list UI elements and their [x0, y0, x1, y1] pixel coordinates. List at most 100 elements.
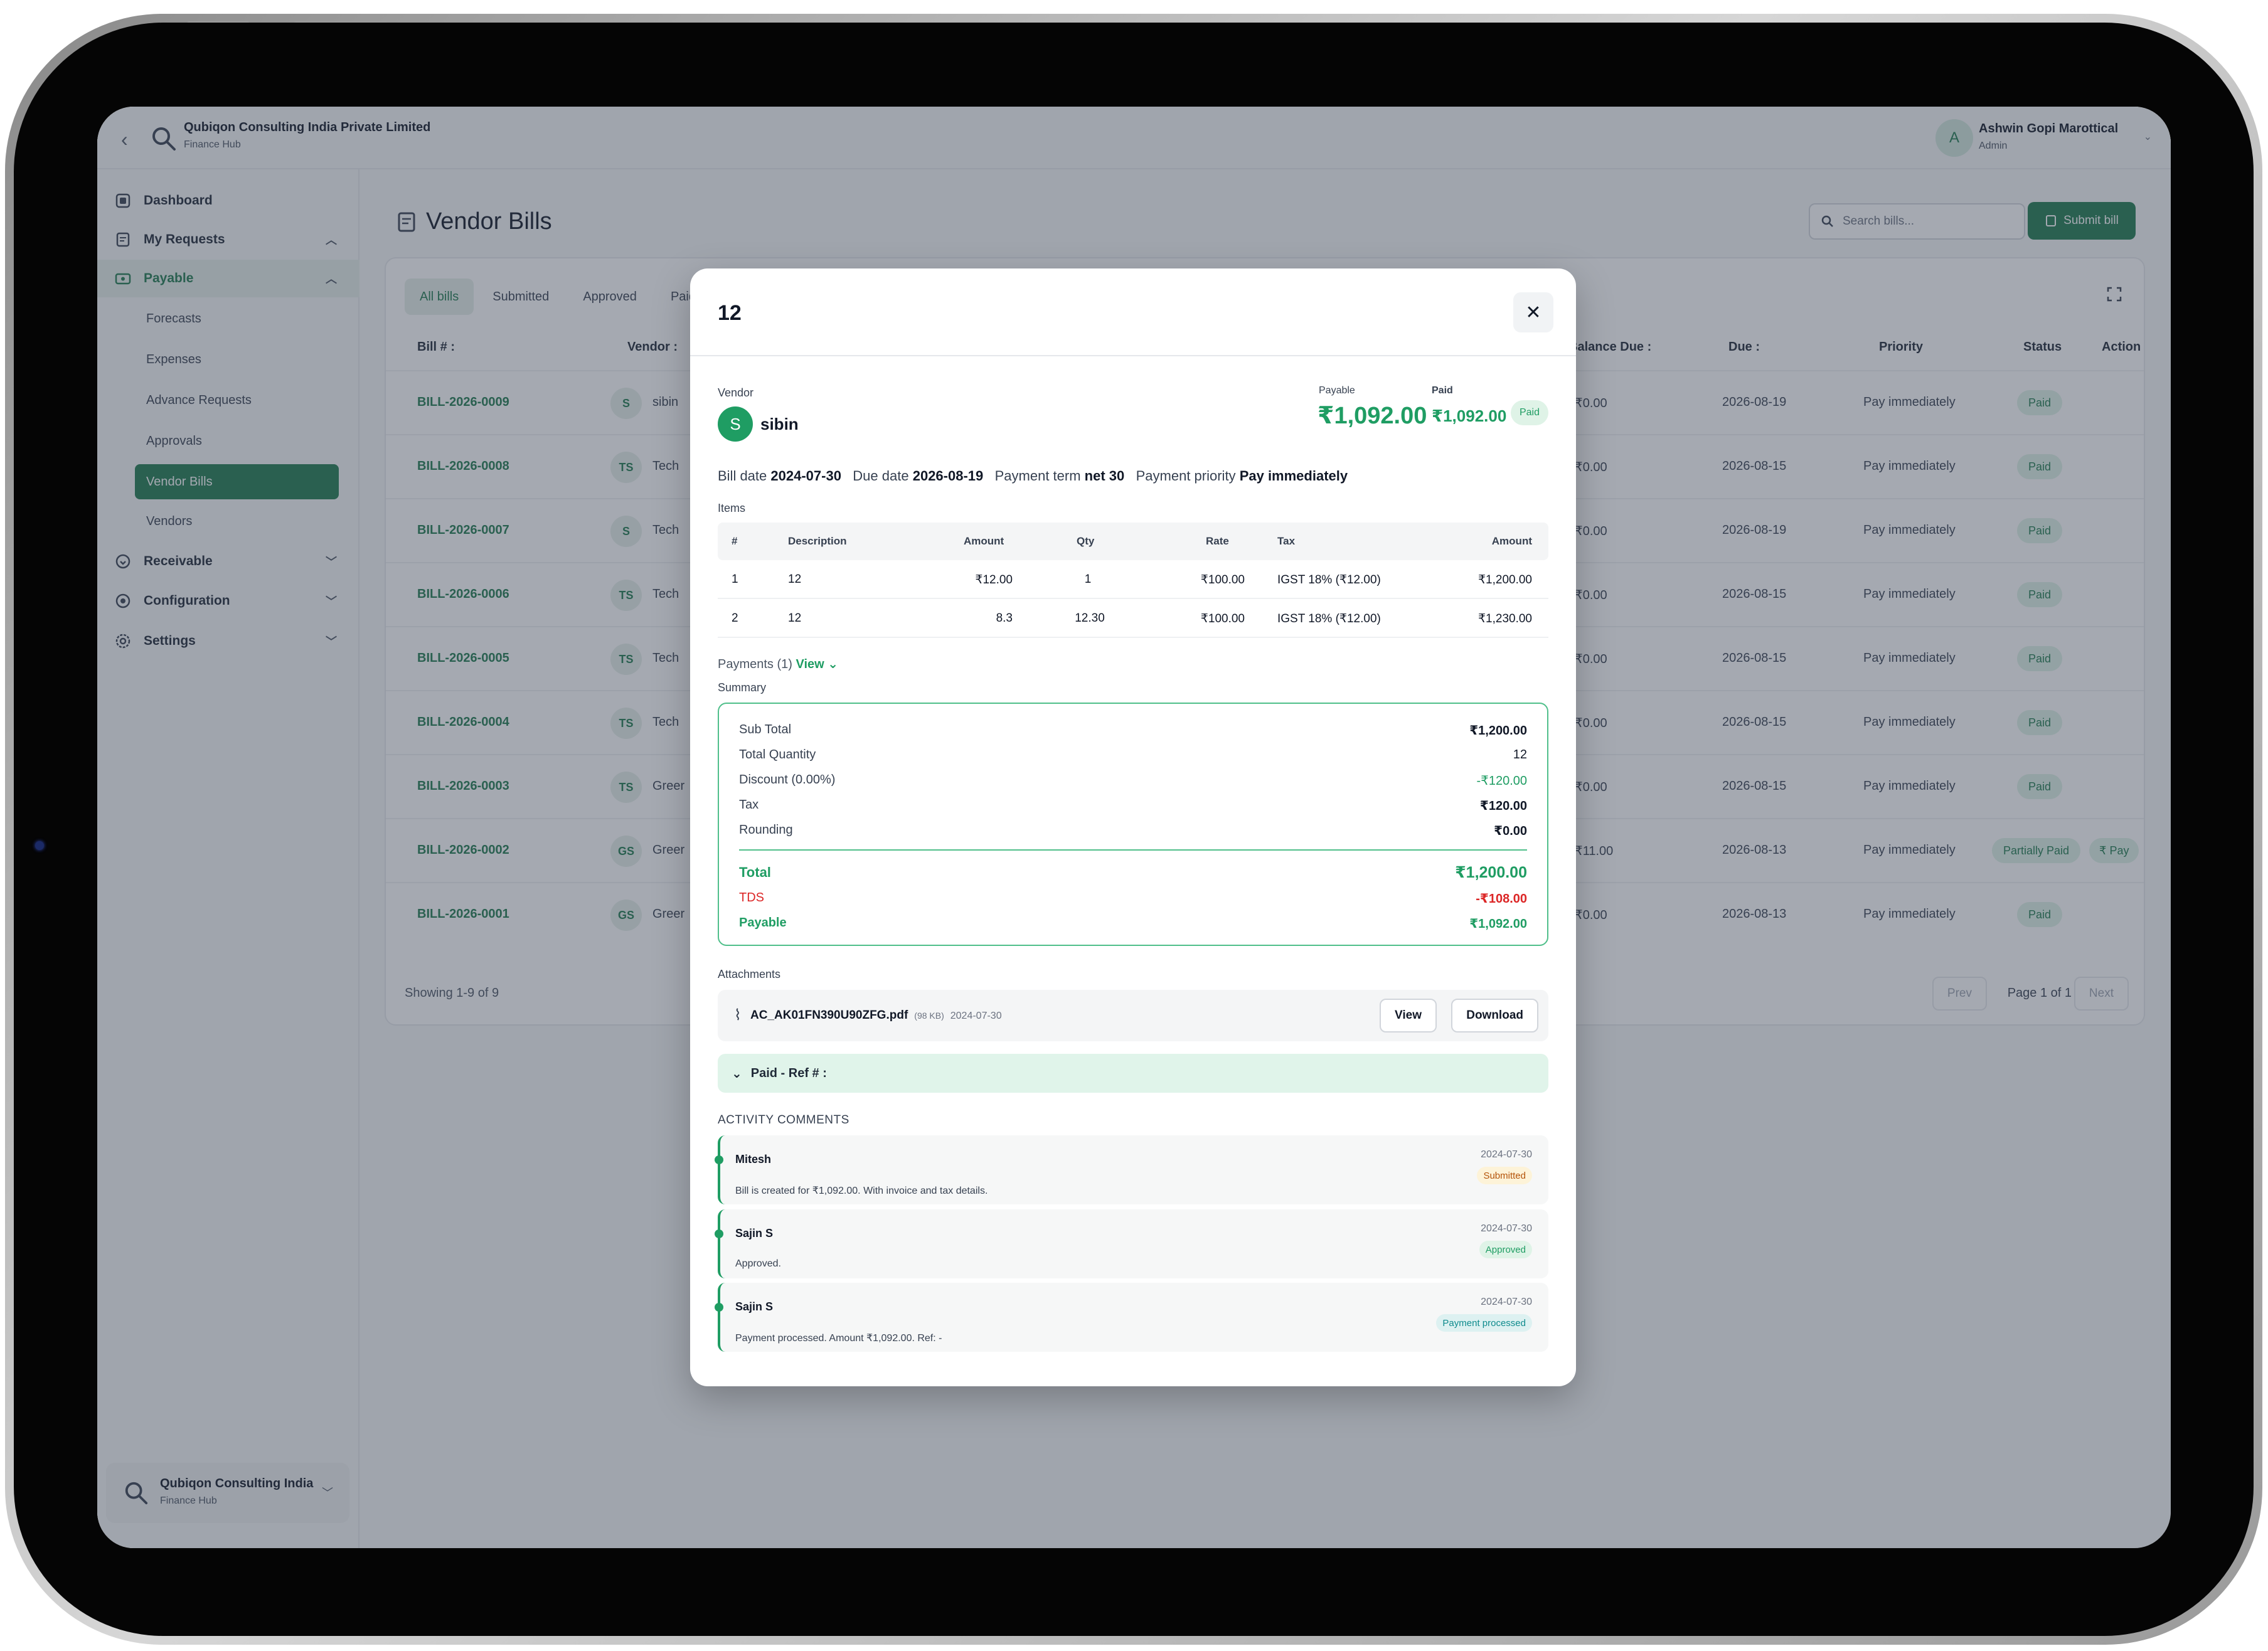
- item-total: ₹1,200.00: [1477, 573, 1532, 587]
- timeline-dot: [715, 1155, 723, 1164]
- paid-status-badge: Paid: [1510, 400, 1548, 425]
- item-rate: ₹100.00: [1200, 612, 1245, 625]
- summary-box: Sub Total ₹1,200.00 Total Quantity 12 Di…: [718, 703, 1548, 946]
- summary-discount-value: -₹120.00: [1476, 774, 1527, 788]
- timeline-dot: [715, 1229, 723, 1238]
- item-number: 1: [732, 573, 738, 586]
- summary-total-value: ₹1,200.00: [1455, 864, 1527, 881]
- paperclip-icon: ⌇: [734, 1007, 742, 1024]
- payment-priority: Pay immediately: [1239, 468, 1348, 484]
- item-amount: ₹12.00: [975, 573, 1013, 587]
- activity-author: Sajin S: [735, 1300, 774, 1313]
- activity-title: ACTIVITY COMMENTS: [718, 1113, 849, 1127]
- attachment-filename: AC_AK01FN390U90ZFG.pdf: [750, 1009, 908, 1022]
- paid-amount: ₹1,092.00: [1432, 406, 1507, 425]
- activity-comment: Mitesh 2024-07-30 Submitted Bill is crea…: [715, 1135, 1548, 1204]
- payable-amount: ₹1,092.00: [1318, 403, 1427, 429]
- attachment-size: (98 KB): [914, 1011, 944, 1021]
- activity-date: 2024-07-30: [1481, 1223, 1532, 1234]
- close-icon: ✕: [1525, 302, 1541, 323]
- activity-author: Mitesh: [735, 1153, 772, 1165]
- items-col-rate: Rate: [1206, 535, 1229, 547]
- timeline-dot: [715, 1303, 723, 1312]
- bill-detail-modal: 12 ✕ Vendor S sibin Payable ₹1,092.00 Pa…: [690, 268, 1576, 1386]
- chevron-down-icon: ⌄: [732, 1066, 742, 1081]
- item-rate: ₹100.00: [1200, 573, 1245, 587]
- activity-text: Payment processed. Amount ₹1,092.00. Ref…: [735, 1333, 942, 1344]
- items-col-qty: Qty: [1077, 535, 1095, 547]
- items-row: 2 12 8.3 12.30 ₹100.00 IGST 18% (₹12.00)…: [718, 599, 1548, 638]
- summary-payable-value: ₹1,092.00: [1469, 917, 1527, 931]
- summary-quantity-value: 12: [1513, 748, 1527, 762]
- activity-status-badge: Approved: [1479, 1241, 1532, 1258]
- activity-date: 2024-07-30: [1481, 1297, 1532, 1307]
- items-col-tax: Tax: [1277, 535, 1296, 547]
- items-row: 1 12 ₹12.00 1 ₹100.00 IGST 18% (₹12.00) …: [718, 560, 1548, 599]
- vendor-avatar: S: [718, 406, 753, 442]
- attachment-name: AC_AK01FN390U90ZFG.pdf (98 KB) 2024-07-30: [750, 1009, 1002, 1022]
- payments-toggle[interactable]: Payments (1) View ⌄: [718, 656, 838, 672]
- payments-view-link[interactable]: View: [796, 657, 824, 671]
- item-description: 12: [788, 573, 802, 586]
- payment-ref-accordion[interactable]: ⌄ Paid - Ref # :: [718, 1054, 1548, 1093]
- item-amount: 8.3: [996, 612, 1013, 625]
- summary-payable-label: Payable: [739, 916, 787, 930]
- activity-comment: Sajin S 2024-07-30 Payment processed Pay…: [715, 1283, 1548, 1352]
- activity-status-badge: Payment processed: [1436, 1314, 1532, 1332]
- summary-label: Summary: [718, 681, 767, 694]
- items-col-total: Amount: [1491, 535, 1532, 547]
- attachment-view-button[interactable]: View: [1380, 999, 1437, 1033]
- items-label: Items: [718, 502, 746, 514]
- summary-rounding-label: Rounding: [739, 823, 793, 837]
- bill-date: 2024-07-30: [770, 468, 841, 484]
- payments-label: Payments (1): [718, 657, 792, 671]
- due-date: 2026-08-19: [912, 468, 984, 484]
- item-qty: 1: [1084, 573, 1092, 586]
- item-tax: IGST 18% (₹12.00): [1277, 612, 1381, 625]
- app-screen: ‹ Qubiqon Consulting India Private Limit…: [97, 107, 2171, 1548]
- activity-author: Sajin S: [735, 1227, 774, 1240]
- item-number: 2: [732, 612, 738, 625]
- payment-term-label: Payment term: [994, 468, 1081, 484]
- summary-subtotal-value: ₹1,200.00: [1469, 724, 1527, 738]
- due-date-label: Due date: [853, 468, 909, 484]
- paid-label: Paid: [1432, 385, 1453, 396]
- summary-total-label: Total: [739, 864, 771, 880]
- activity-date: 2024-07-30: [1481, 1149, 1532, 1160]
- payable-label: Payable: [1319, 385, 1355, 396]
- summary-subtotal-label: Sub Total: [739, 723, 792, 736]
- attachments-label: Attachments: [718, 968, 781, 980]
- item-description: 12: [788, 612, 802, 625]
- summary-tax-value: ₹120.00: [1479, 799, 1527, 813]
- payment-ref-label: Paid - Ref # :: [750, 1066, 827, 1080]
- items-col-amount: Amount: [964, 535, 1004, 547]
- summary-rounding-value: ₹0.00: [1494, 824, 1527, 838]
- attachment-download-button[interactable]: Download: [1451, 999, 1538, 1033]
- summary-tds-label: TDS: [739, 891, 764, 905]
- attachment-item: ⌇ AC_AK01FN390U90ZFG.pdf (98 KB) 2024-07-3…: [718, 990, 1548, 1041]
- close-button[interactable]: ✕: [1513, 292, 1553, 332]
- activity-text: Bill is created for ₹1,092.00. With invo…: [735, 1186, 988, 1196]
- items-col-description: Description: [788, 535, 847, 547]
- bill-date-label: Bill date: [718, 468, 767, 484]
- chevron-down-icon: ⌄: [828, 657, 839, 671]
- modal-header: 12 ✕: [690, 268, 1576, 356]
- activity-comment: Sajin S 2024-07-30 Approved Approved.: [715, 1209, 1548, 1278]
- summary-divider: [739, 849, 1527, 851]
- attachment-date: 2024-07-30: [950, 1011, 1002, 1021]
- item-total: ₹1,230.00: [1477, 612, 1532, 625]
- summary-tds-value: -₹108.00: [1476, 892, 1527, 906]
- vendor-label: Vendor: [718, 386, 754, 399]
- items-col-number: #: [732, 535, 738, 547]
- activity-status-badge: Submitted: [1477, 1167, 1532, 1184]
- bill-meta: Bill date 2024-07-30 Due date 2026-08-19…: [718, 468, 1348, 484]
- summary-tax-label: Tax: [739, 798, 759, 812]
- activity-text: Approved.: [735, 1258, 781, 1269]
- item-qty: 12.30: [1075, 612, 1105, 625]
- payment-term: net 30: [1084, 468, 1125, 484]
- summary-discount-label: Discount (0.00%): [739, 773, 836, 787]
- camera: [35, 841, 44, 850]
- item-tax: IGST 18% (₹12.00): [1277, 573, 1381, 587]
- modal-title: 12: [718, 301, 742, 325]
- payment-priority-label: Payment priority: [1136, 468, 1236, 484]
